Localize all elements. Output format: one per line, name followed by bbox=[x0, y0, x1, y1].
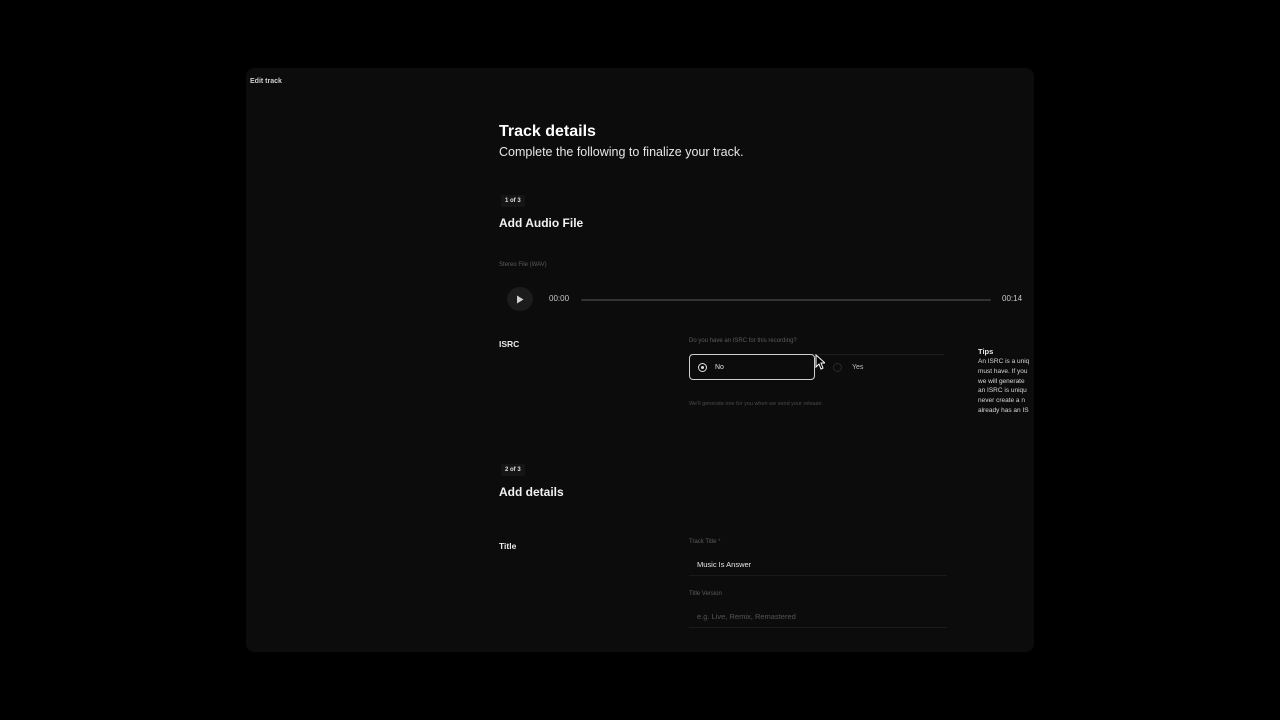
radio-checked-icon bbox=[698, 362, 707, 372]
radio-unchecked-icon bbox=[833, 362, 842, 372]
tips-line: an ISRC is uniqu bbox=[978, 387, 1027, 395]
page-subtitle: Complete the following to finalize your … bbox=[499, 145, 744, 159]
duration: 00:14 bbox=[1002, 294, 1023, 303]
tips-title: Tips bbox=[978, 347, 994, 356]
isrc-question: Do you have an ISRC for this recording? bbox=[689, 338, 797, 344]
tips-line: must have. If you bbox=[978, 367, 1028, 375]
isrc-option-yes-label: Yes bbox=[852, 363, 864, 371]
current-time: 00:00 bbox=[549, 294, 570, 303]
seek-bar[interactable] bbox=[581, 299, 991, 301]
audio-file-caption: Stereo File (WAV) bbox=[499, 262, 547, 268]
title-version-caption: Title Version bbox=[689, 591, 722, 597]
track-details-form: Track details Complete the following to … bbox=[499, 68, 1034, 652]
play-icon bbox=[516, 295, 524, 304]
track-title-caption: Track Title * bbox=[689, 539, 720, 545]
page-title: Track details bbox=[499, 123, 596, 140]
title-version-input[interactable] bbox=[689, 606, 947, 628]
track-title-caption-text: Track Title bbox=[689, 539, 717, 545]
required-mark: * bbox=[718, 539, 721, 545]
tips-line: never create a n bbox=[978, 397, 1025, 405]
isrc-option-no[interactable]: No bbox=[689, 354, 815, 380]
isrc-option-yes[interactable]: Yes bbox=[831, 354, 891, 380]
title-row-label: Title bbox=[499, 541, 517, 551]
tips-line: we will generate bbox=[978, 377, 1025, 385]
track-title-input[interactable] bbox=[689, 554, 947, 576]
isrc-option-no-label: No bbox=[715, 363, 724, 371]
window-title: Edit track bbox=[250, 78, 282, 85]
tips-panel: Tips An ISRC is a uniq must have. If you… bbox=[978, 347, 1034, 416]
isrc-helper-text: We'll generate one for you when we send … bbox=[689, 401, 823, 407]
step-badge-1: 1 of 3 bbox=[501, 195, 525, 207]
tips-line: An ISRC is a uniq bbox=[978, 358, 1030, 365]
isrc-label: ISRC bbox=[499, 339, 520, 349]
edit-track-window: Edit track Track details Complete the fo… bbox=[246, 68, 1034, 652]
section-title-add-audio: Add Audio File bbox=[499, 216, 584, 230]
audio-player: 00:00 00:14 bbox=[499, 287, 1029, 311]
step-badge-2: 2 of 3 bbox=[501, 464, 525, 476]
section-title-add-details: Add details bbox=[499, 485, 564, 499]
play-button[interactable] bbox=[507, 287, 533, 311]
tips-line: already has an IS bbox=[978, 406, 1029, 414]
